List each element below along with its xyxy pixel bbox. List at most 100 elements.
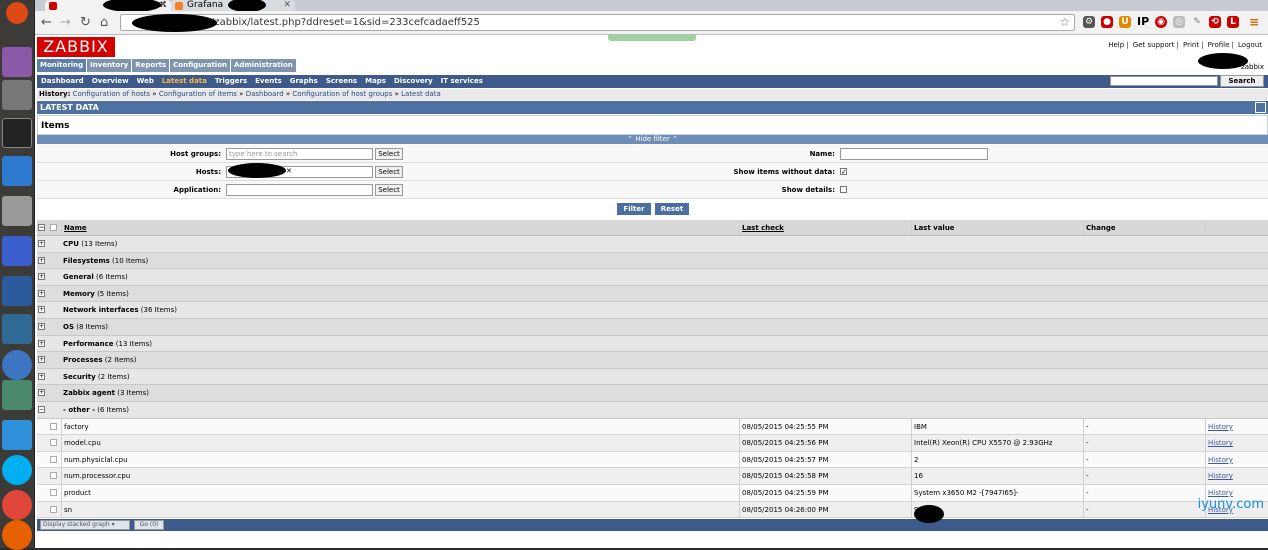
extension-icon[interactable]: ● (1101, 16, 1113, 28)
expand-icon[interactable]: + (38, 339, 45, 347)
row-checkbox[interactable] (50, 505, 57, 513)
remove-host-icon[interactable]: ✕ (286, 167, 292, 175)
expand-icon[interactable]: + (38, 289, 45, 297)
files-icon[interactable] (2, 80, 32, 110)
thunderbird-icon[interactable] (2, 350, 32, 380)
disk-utility-icon[interactable] (2, 196, 32, 226)
profile-link[interactable]: Profile (1208, 41, 1230, 49)
ip-extension-icon[interactable]: IP (1137, 16, 1149, 28)
select-all-checkbox[interactable] (50, 224, 57, 231)
history-link[interactable]: History (1208, 472, 1233, 480)
system-monitor-icon[interactable] (2, 314, 32, 344)
history-link[interactable]: History (1208, 489, 1233, 497)
collapse-icon[interactable]: − (38, 405, 45, 413)
hosts-select-button[interactable]: Select (375, 166, 403, 178)
go-button[interactable]: Go (0) (134, 520, 164, 530)
submenu-graphs[interactable]: Graphs (286, 75, 322, 88)
chat-icon[interactable] (2, 420, 32, 450)
column-name-label[interactable]: Name (64, 224, 87, 232)
skype-icon[interactable] (2, 455, 32, 485)
host-groups-input[interactable]: type here to search (226, 148, 373, 160)
history-link[interactable]: History (1208, 456, 1233, 464)
expand-icon[interactable]: + (38, 256, 45, 264)
bookmark-star-icon[interactable]: ☆ (1059, 15, 1070, 30)
wireshark-icon[interactable] (2, 276, 32, 306)
terminal-icon[interactable] (2, 118, 32, 148)
hide-filter-toggle[interactable]: ⌃ Hide filter ⌃ (37, 135, 1268, 144)
network-icon[interactable] (2, 380, 32, 410)
extension-icon[interactable]: U (1119, 16, 1131, 28)
extension-icon[interactable]: ⚙ (1083, 16, 1095, 28)
expand-icon[interactable]: + (38, 273, 45, 281)
application-select-button[interactable]: Select (375, 184, 403, 196)
group-row[interactable]: + Processes (2 Items) (37, 352, 1268, 369)
show-details-checkbox[interactable] (840, 186, 847, 193)
extension-icon[interactable]: ◎ (1173, 16, 1185, 28)
group-row[interactable]: − - other - (6 Items) (37, 401, 1268, 419)
print-link[interactable]: Print (1183, 41, 1199, 49)
menu-reports[interactable]: Reports (132, 59, 170, 72)
logout-link[interactable]: Logout (1238, 41, 1262, 49)
submenu-it-services[interactable]: IT services (437, 75, 487, 88)
menu-configuration[interactable]: Configuration (170, 59, 230, 72)
host-groups-select-button[interactable]: Select (375, 148, 403, 160)
group-row[interactable]: + Security (2 Items) (37, 368, 1268, 386)
expand-icon[interactable]: + (38, 240, 45, 247)
close-tab-icon[interactable]: ✕ (283, 0, 291, 11)
chrome-icon[interactable] (2, 490, 32, 520)
get-support-link[interactable]: Get support (1133, 41, 1175, 49)
row-checkbox[interactable] (50, 488, 57, 496)
group-row[interactable]: + OS (8 Items) (37, 318, 1268, 336)
ubuntu-logo-icon[interactable] (6, 2, 28, 24)
search-input[interactable] (1110, 76, 1218, 86)
filter-button[interactable]: Filter (617, 203, 651, 215)
submenu-dashboard[interactable]: Dashboard (37, 75, 88, 88)
extension-icon[interactable]: ✎ (1191, 16, 1203, 28)
group-row[interactable]: + Memory (5 Items) (37, 285, 1268, 303)
history-link[interactable]: Latest data (401, 90, 441, 98)
history-link[interactable]: Dashboard (246, 90, 284, 98)
history-link[interactable]: Configuration of items (159, 90, 237, 98)
submenu-overview[interactable]: Overview (88, 75, 133, 88)
submenu-web[interactable]: Web (133, 75, 158, 88)
back-icon[interactable]: ← (41, 15, 52, 31)
submenu-discovery[interactable]: Discovery (390, 75, 437, 88)
history-link[interactable]: History (1208, 423, 1233, 431)
remote-desktop-icon[interactable] (2, 236, 32, 266)
search-button[interactable]: Search (1220, 75, 1264, 87)
history-link[interactable]: History (1208, 439, 1233, 447)
address-bar[interactable]: /zabbix/latest.php?ddreset=1&sid=233cefc… (120, 14, 1075, 31)
group-row[interactable]: + Network interfaces (36 Items) (37, 302, 1268, 319)
extension-icon[interactable]: ◉ (1155, 16, 1167, 28)
submenu-maps[interactable]: Maps (361, 75, 390, 88)
submenu-events[interactable]: Events (251, 75, 286, 88)
help-link[interactable]: Help (1108, 41, 1124, 49)
history-link[interactable]: Configuration of hosts (73, 90, 150, 98)
home-icon[interactable]: ⌂ (100, 15, 108, 31)
row-checkbox[interactable] (50, 439, 57, 447)
row-checkbox[interactable] (50, 422, 57, 430)
menu-inventory[interactable]: Inventory (87, 59, 132, 72)
row-checkbox[interactable] (50, 455, 57, 463)
app-launcher-icon[interactable] (2, 47, 32, 77)
expand-all-icon[interactable]: − (38, 224, 45, 231)
column-last-check-label[interactable]: Last check (742, 224, 784, 232)
submenu-latest-data[interactable]: Latest data (158, 75, 211, 88)
submenu-triggers[interactable]: Triggers (211, 75, 251, 88)
row-checkbox[interactable] (50, 472, 57, 480)
display-stacked-graph-select[interactable]: Display stacked graph ▾ (40, 520, 130, 530)
group-row[interactable]: + CPU (13 Items) (37, 236, 1268, 253)
expand-icon[interactable]: + (38, 389, 45, 397)
forward-icon[interactable]: → (60, 15, 71, 31)
column-last-check[interactable]: Last check (739, 220, 911, 235)
submenu-screens[interactable]: Screens (322, 75, 361, 88)
reset-button[interactable]: Reset (655, 203, 689, 215)
menu-icon[interactable]: ≡ (1248, 16, 1260, 28)
group-row[interactable]: + Performance (13 Items) (37, 335, 1268, 353)
history-link[interactable]: Configuration of host groups (292, 90, 392, 98)
expand-icon[interactable]: + (38, 322, 45, 330)
column-name[interactable]: Name (61, 220, 739, 235)
group-row[interactable]: + General (6 Items) (37, 269, 1268, 286)
expand-icon[interactable]: + (38, 356, 45, 364)
group-row[interactable]: + Filesystems (10 Items) (37, 252, 1268, 270)
